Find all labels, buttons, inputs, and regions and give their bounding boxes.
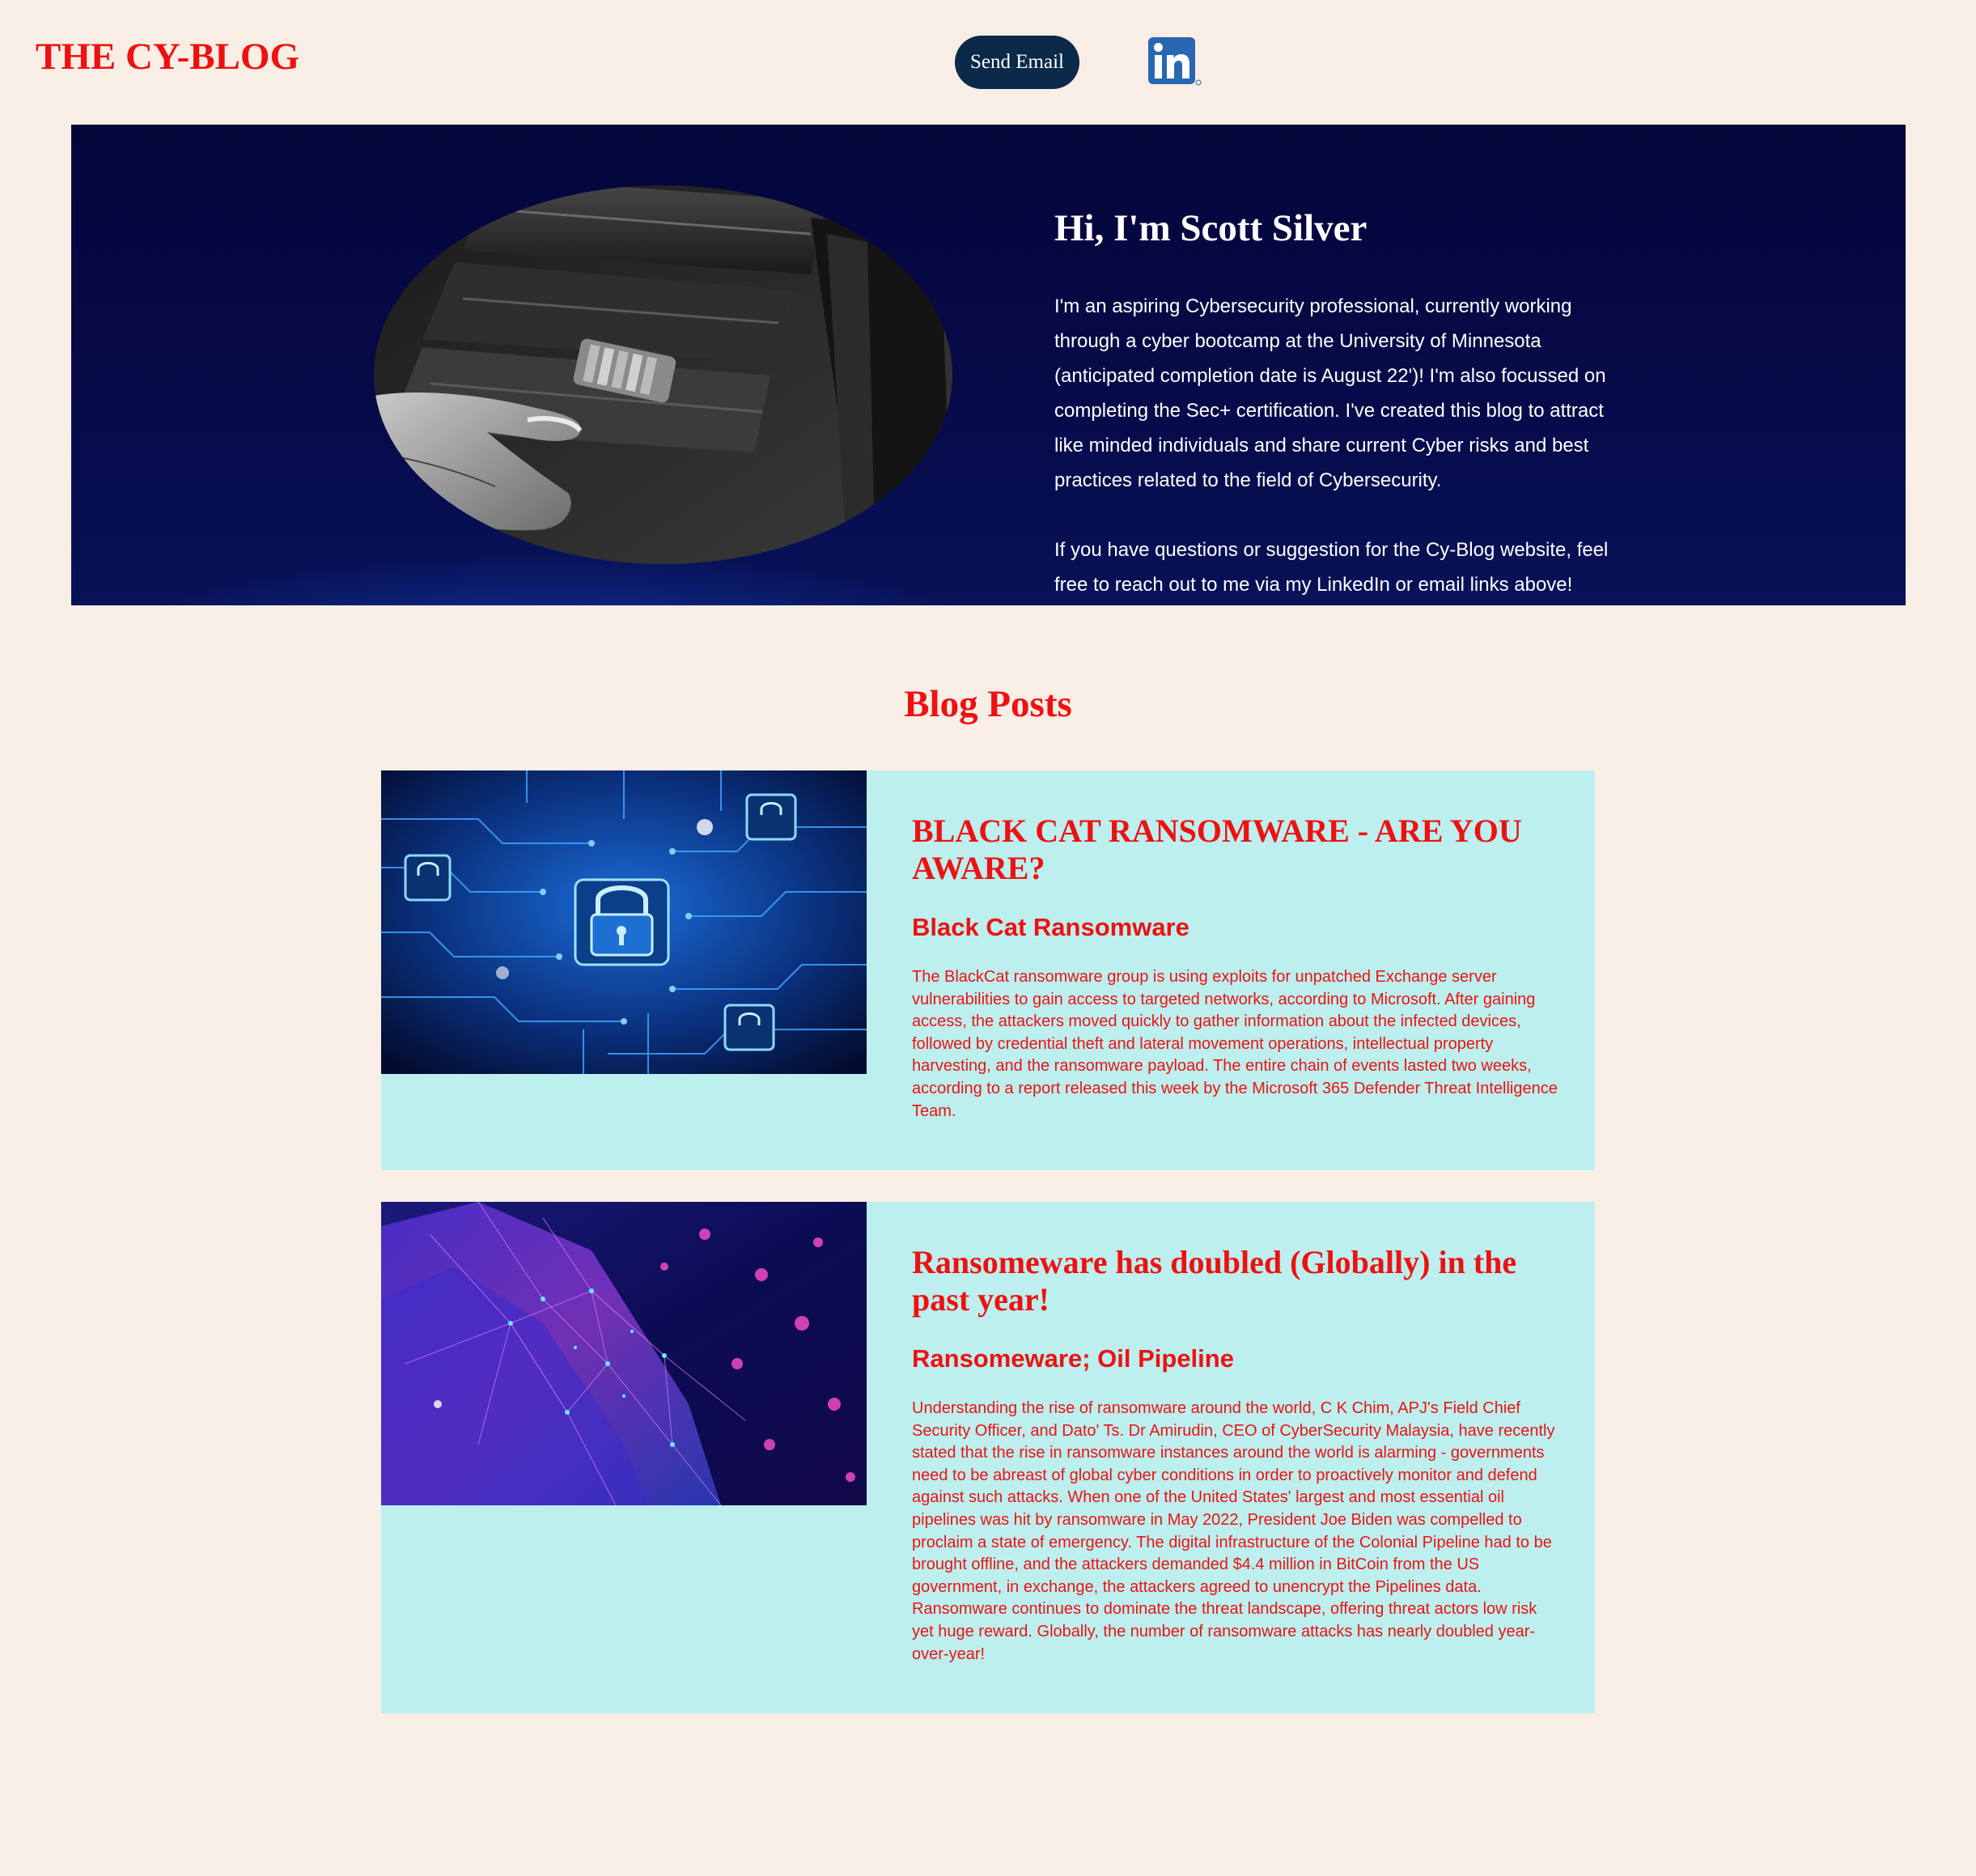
blog-post-subtitle: Ransomeware; Oil Pipeline [912,1344,1234,1373]
linkedin-icon[interactable] [1148,37,1202,86]
blog-post-text: Understanding the rise of ransomware aro… [912,1399,1555,1663]
hero-intro: I'm an aspiring Cybersecurity profession… [1054,289,1613,637]
blog-post-body: BLACK CAT RANSOMWARE - ARE YOU AWARE? Bl… [912,813,1559,1123]
blog-post-title[interactable]: BLACK CAT RANSOMWARE - ARE YOU AWARE? [912,813,1559,887]
blog-post-subtitle: Black Cat Ransomware [912,913,1189,941]
circuit-lock-image [381,770,867,1074]
blog-posts-heading: Blog Posts [904,683,1072,725]
hero-paragraph: I'm an aspiring Cybersecurity profession… [1054,295,1606,491]
blog-post-card: Ransomeware has doubled (Globally) in th… [381,1202,1595,1713]
hero-banner: Hi, I'm Scott Silver I'm an aspiring Cyb… [71,125,1906,605]
blog-post-body: Ransomeware has doubled (Globally) in th… [912,1244,1559,1666]
blog-post-card: BLACK CAT RANSOMWARE - ARE YOU AWARE? Bl… [381,770,1595,1170]
blog-post-text: The BlackCat ransomware group is using e… [912,968,1558,1120]
blog-post-title[interactable]: Ransomeware has doubled (Globally) in th… [912,1244,1559,1318]
hero-padlock-photo [374,185,952,564]
hero-paragraph: If you have questions or suggestion for … [1054,539,1609,596]
send-email-button[interactable]: Send Email [955,36,1079,89]
hero-heading: Hi, I'm Scott Silver [1054,207,1368,249]
network-mesh-image [381,1202,867,1505]
site-title: THE CY-BLOG [36,36,300,78]
